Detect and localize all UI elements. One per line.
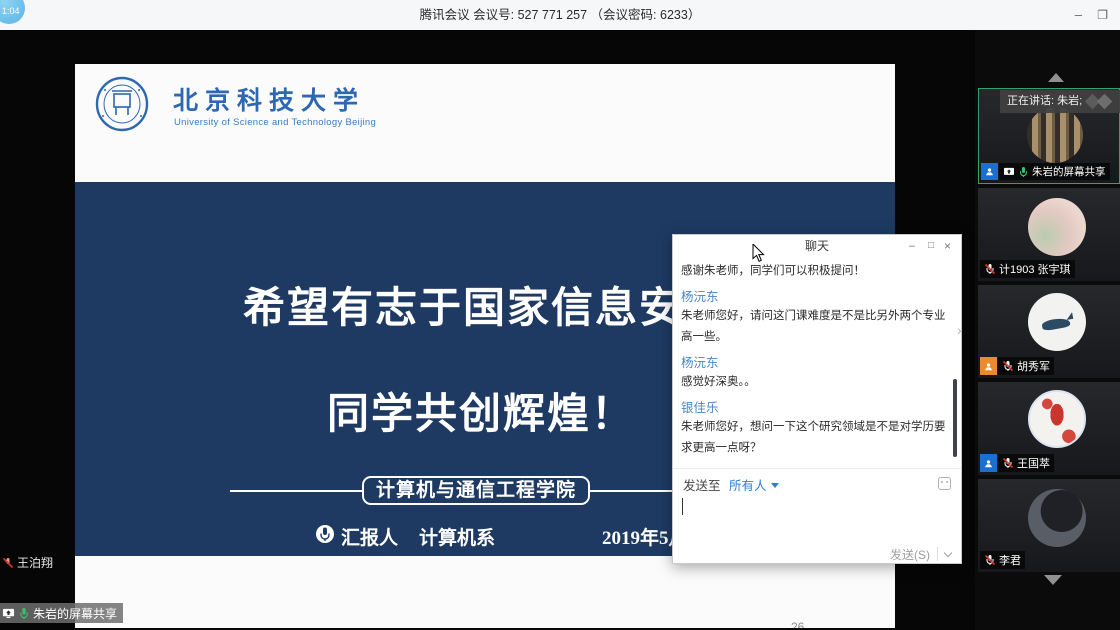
chat-message: 感谢朱老师，同学们可以积极提问！ [681, 261, 951, 282]
screen-share-icon [2, 607, 15, 619]
tile-name-label: 胡秀军 [1017, 358, 1050, 374]
muted-mic-icon [984, 554, 996, 566]
chat-titlebar[interactable]: 聊天 – □ × [673, 235, 961, 257]
speaking-banner: 正在讲话: 朱岩; [1000, 90, 1120, 113]
chevron-down-icon[interactable] [771, 483, 779, 488]
muted-mic-icon [2, 557, 14, 569]
tile-name-label: 李君 [999, 552, 1021, 568]
slide-title-line2: 同学共创辉煌！ [327, 380, 635, 441]
avatar [1027, 107, 1083, 163]
slide-page-number: 26 [791, 620, 804, 628]
cohost-person-icon [980, 357, 997, 375]
participants-sidebar: 朱岩的屏幕共享 计1903 张宇琪 [975, 30, 1120, 630]
chat-message: 杨沅东 感觉好深奥。。 [681, 355, 951, 393]
video-tile[interactable]: 计1903 张宇琪 [978, 188, 1120, 281]
active-mic-icon [1018, 166, 1029, 178]
app-titlebar: 腾讯会议 会议号: 527 771 257 （会议密码: 6233） – ❐ [0, 0, 1120, 30]
text-caret [682, 498, 683, 515]
chat-minimize-icon[interactable]: – [909, 235, 915, 257]
host-person-icon [980, 454, 997, 472]
mouse-cursor [752, 244, 765, 263]
message-text: 感觉好深奥。。 [681, 372, 951, 393]
scroll-down-arrow-icon[interactable] [1044, 575, 1062, 585]
meeting-title: 腾讯会议 会议号: 527 771 257 （会议密码: 6233） [0, 0, 1120, 30]
message-sender: 银佳乐 [681, 400, 951, 417]
panel-expand-arrow-icon[interactable]: › [957, 322, 962, 338]
message-text: 感谢朱老师，同学们可以积极提问！ [681, 261, 951, 282]
tile-name-label: 朱岩的屏幕共享 [1032, 164, 1106, 179]
microphone-icon [315, 524, 335, 544]
speaking-banner-text: 正在讲话: 朱岩; [1007, 95, 1082, 107]
muted-mic-icon [1002, 360, 1014, 372]
chat-scrollbar[interactable] [953, 379, 957, 457]
university-seal-icon [95, 76, 149, 132]
department-box: 计算机与通信工程学院 [362, 476, 590, 505]
presenter-label: 汇报人 [341, 523, 398, 550]
video-tile[interactable]: 李君 [978, 479, 1120, 572]
chat-maximize-icon[interactable]: □ [928, 235, 934, 257]
send-button[interactable]: 发送(S) [890, 546, 930, 563]
decor-line-left [230, 490, 362, 492]
muted-mic-icon [984, 263, 996, 275]
scroll-up-arrow-icon[interactable] [1048, 73, 1064, 82]
avatar [1028, 198, 1086, 256]
screen-share-badge[interactable]: 朱岩的屏幕共享 [0, 603, 123, 623]
slide-title-line1: 希望有志于国家信息安全 [243, 274, 727, 335]
chat-message: 银佳乐 朱老师您好，想问一下这个研究领域是不是对学历要求更高一点呀？ [681, 400, 951, 459]
send-divider [937, 547, 938, 561]
chat-input[interactable] [681, 497, 951, 537]
muted-mic-icon [1002, 457, 1014, 469]
timer-value: 1:04 [2, 6, 20, 16]
active-mic-icon [18, 607, 30, 620]
message-sender: 杨沅东 [681, 355, 951, 372]
chat-close-icon[interactable]: × [944, 235, 951, 257]
message-text: 朱老师您好，想问一下这个研究领域是不是对学历要求更高一点呀？ [681, 417, 951, 459]
send-controls: 发送(S) [890, 546, 951, 562]
chat-message: 杨沅东 朱老师您好，请问这门课难度是不是比另外两个专业高一些。 [681, 289, 951, 348]
whale-avatar-shape [1041, 317, 1070, 332]
corner-participant-name: 王泊翔 [10, 554, 53, 571]
logo-diamond-icon [1097, 94, 1113, 110]
screen-share-icon [1003, 167, 1015, 177]
chat-title: 聊天 [673, 235, 961, 257]
send-to-label: 发送至 [683, 479, 721, 493]
minimize-icon[interactable]: – [1075, 0, 1082, 30]
chat-message-list[interactable]: 感谢朱老师，同学们可以积极提问！ 杨沅东 朱老师您好，请问这门课难度是不是比另外… [673, 259, 955, 459]
chat-divider [673, 468, 961, 469]
send-to-row: 发送至 所有人 [683, 475, 953, 493]
avatar [1028, 390, 1086, 448]
presenter-value: 计算机系 [419, 523, 495, 550]
emoji-icon[interactable] [938, 477, 951, 490]
restore-icon[interactable]: ❐ [1097, 0, 1108, 30]
message-sender: 杨沅东 [681, 289, 951, 306]
tile-name-label: 王国萃 [1017, 455, 1050, 471]
university-logo: 北京科技大学 University of Science and Technol… [95, 76, 435, 136]
avatar [1028, 293, 1086, 351]
corner-name-label: 王泊翔 [17, 554, 53, 571]
video-tile[interactable]: 王国萃 [978, 382, 1120, 475]
chat-window: 聊天 – □ × 感谢朱老师，同学们可以积极提问！ 杨沅东 朱老师您好，请问这门… [672, 234, 962, 564]
share-badge-label: 朱岩的屏幕共享 [33, 605, 117, 622]
tile-name-label: 计1903 张宇琪 [999, 261, 1071, 277]
video-tile[interactable]: 胡秀军 [978, 285, 1120, 378]
send-options-chevron-icon[interactable] [944, 548, 952, 556]
send-to-selector[interactable]: 所有人 [729, 479, 767, 493]
university-name-en: University of Science and Technology Bei… [174, 117, 376, 128]
host-person-icon [981, 163, 998, 180]
university-name-cn: 北京科技大学 [173, 81, 365, 117]
avatar [1028, 489, 1086, 547]
message-text: 朱老师您好，请问这门课难度是不是比另外两个专业高一些。 [681, 306, 951, 348]
